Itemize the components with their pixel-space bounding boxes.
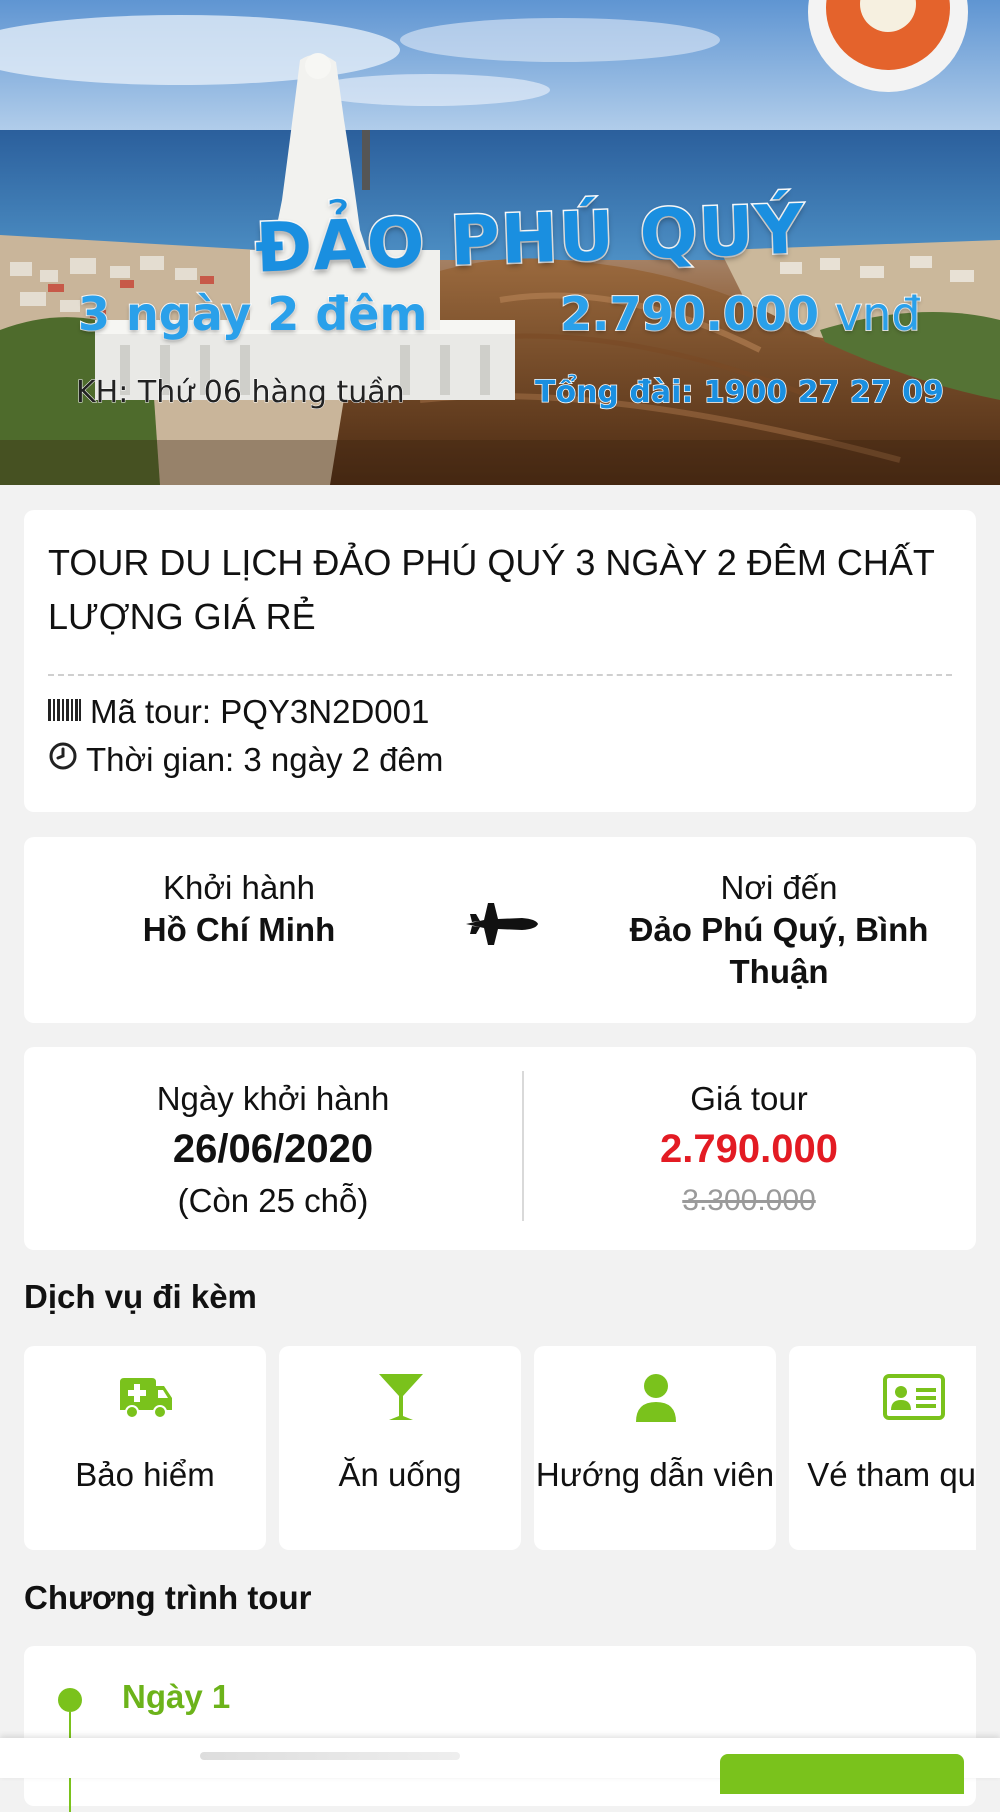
service-item-tickets[interactable]: Vé tham quan xyxy=(789,1346,976,1550)
departure-date-block: Ngày khởi hành 26/06/2020 (Còn 25 chỗ) xyxy=(24,1075,522,1227)
old-price: 3.300.000 xyxy=(682,1184,816,1217)
hero-price: 2.790.000 vnđ xyxy=(559,286,922,342)
departure-label: Khởi hành xyxy=(163,869,315,906)
tour-code-row: Mã tour: PQY3N2D001 xyxy=(48,688,952,736)
destination-label: Nơi đến xyxy=(720,869,838,906)
service-item-guide[interactable]: Hướng dẫn viên xyxy=(534,1346,776,1550)
book-tour-button[interactable] xyxy=(720,1754,964,1794)
route-card: Khởi hành Hồ Chí Minh Nơi đến Đảo Phú Qu… xyxy=(24,837,976,1023)
bottom-action-bar xyxy=(0,1738,1000,1794)
service-label: Ăn uống xyxy=(338,1456,462,1493)
tour-price-block: Giá tour 2.790.000 3.300.000 xyxy=(524,1075,974,1227)
id-card-icon xyxy=(883,1372,945,1427)
tour-price-label: Giá tour xyxy=(690,1080,808,1117)
hero-duration: 3 ngày 2 đêm xyxy=(77,286,428,342)
tour-time-row: Thời gian: 3 ngày 2 đêm xyxy=(48,736,952,784)
dashed-divider xyxy=(48,674,952,676)
departure-date-value: 26/06/2020 xyxy=(172,1127,374,1171)
departure-value: Hồ Chí Minh xyxy=(142,911,336,948)
hero-price-unit: vnđ xyxy=(834,286,922,342)
service-item-meals[interactable]: Ăn uống xyxy=(279,1346,521,1550)
destination-value: Đảo Phú Quý, Bình Thuận xyxy=(629,911,929,990)
departure-date-label: Ngày khởi hành xyxy=(156,1080,390,1117)
airplane-icon xyxy=(464,899,540,954)
service-label: Vé tham quan xyxy=(807,1456,976,1493)
date-price-card: Ngày khởi hành 26/06/2020 (Còn 25 chỗ) G… xyxy=(24,1047,976,1250)
tour-code-text: Mã tour: PQY3N2D001 xyxy=(90,693,430,730)
service-label: Hướng dẫn viên xyxy=(535,1456,775,1493)
service-item-insurance[interactable]: Bảo hiểm xyxy=(24,1346,266,1550)
departure-point: Khởi hành Hồ Chí Minh xyxy=(94,867,384,951)
tour-price-value: 2.790.000 xyxy=(660,1127,838,1171)
timeline-dot xyxy=(58,1688,82,1712)
ambulance-icon xyxy=(118,1372,174,1425)
hero-departure-schedule: KH: Thứ 06 hàng tuần xyxy=(76,375,406,411)
service-label: Bảo hiểm xyxy=(75,1456,215,1493)
hero-hotline: Tổng đài: 1900 27 27 09 xyxy=(534,374,944,411)
tour-time-text: Thời gian: 3 ngày 2 đêm xyxy=(86,741,444,778)
cocktail-icon xyxy=(373,1372,429,1429)
tour-info-card: TOUR DU LỊCH ĐẢO PHÚ QUÝ 3 NGÀY 2 ĐÊM CH… xyxy=(24,510,976,812)
hero-price-value: 2.790.000 xyxy=(559,286,820,342)
services-carousel[interactable]: Bảo hiểm Ăn uống Hướng dẫn viên Vé tham … xyxy=(24,1346,976,1552)
tour-title: TOUR DU LỊCH ĐẢO PHÚ QUÝ 3 NGÀY 2 ĐÊM CH… xyxy=(48,542,935,637)
bottom-bar-info xyxy=(200,1752,460,1760)
hero-banner: ĐẢO PHÚ QUÝ 3 ngày 2 đêm 2.790.000 vnđ K… xyxy=(0,0,1000,485)
program-section-title: Chương trình tour xyxy=(24,1579,312,1616)
clock-icon xyxy=(48,741,78,779)
destination-point: Nơi đến Đảo Phú Quý, Bình Thuận xyxy=(584,867,974,993)
itinerary-day-label[interactable]: Ngày 1 xyxy=(122,1678,230,1716)
seats-remaining: (Còn 25 chỗ) xyxy=(177,1182,369,1219)
barcode-icon xyxy=(48,693,82,731)
user-icon xyxy=(628,1372,684,1429)
services-section-title: Dịch vụ đi kèm xyxy=(24,1278,257,1315)
